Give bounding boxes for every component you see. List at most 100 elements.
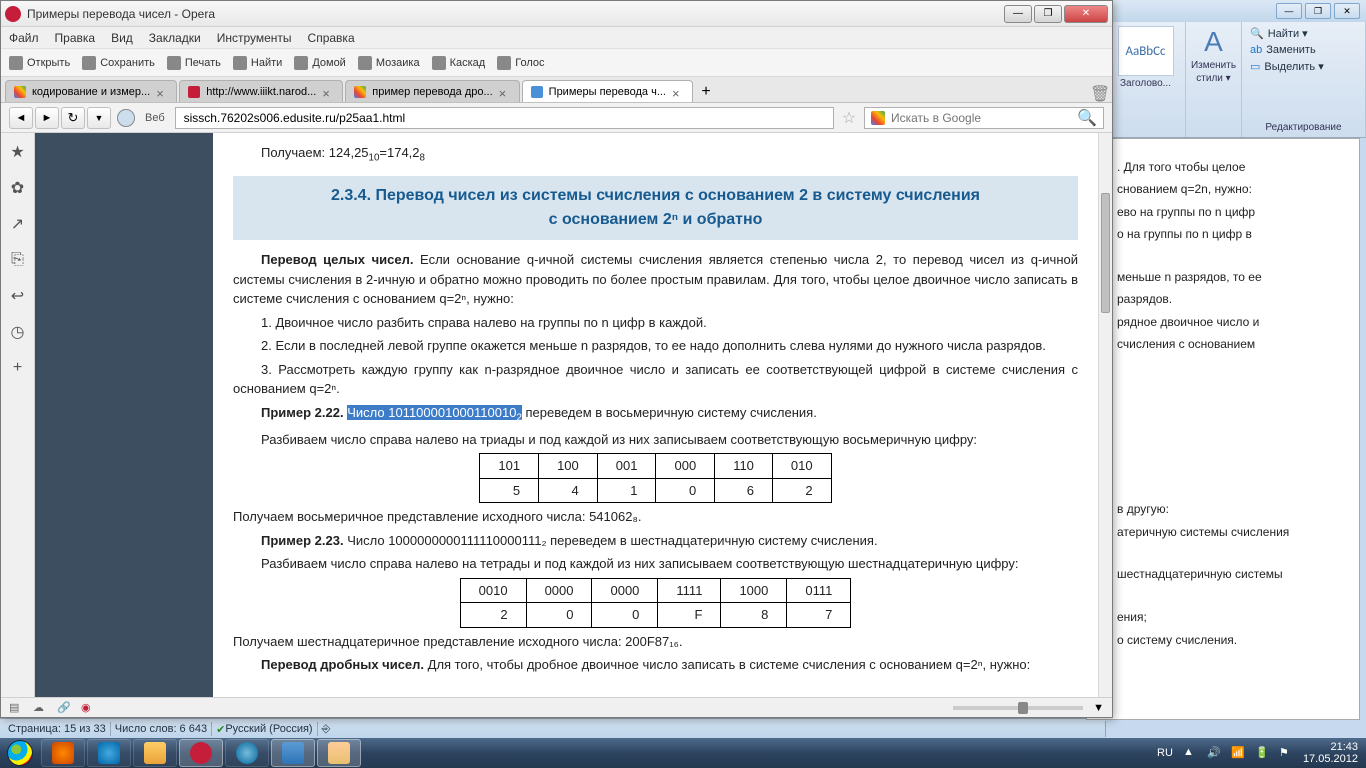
menu-bookmarks[interactable]: Закладки	[149, 31, 201, 45]
sidebar-links-icon[interactable]: ◷	[9, 323, 27, 341]
save-button[interactable]: Сохранить	[82, 56, 155, 70]
stop-button[interactable]: ▼	[87, 107, 111, 129]
taskbar-explorer[interactable]	[133, 739, 177, 767]
mediaplayer-icon	[52, 742, 74, 764]
forward-button[interactable]: ►	[35, 107, 59, 129]
turbo-icon[interactable]: ◉	[81, 701, 95, 715]
sync-icon[interactable]: ☁	[33, 701, 47, 715]
word-count[interactable]: Число слов: 6 643	[115, 723, 207, 735]
page-content[interactable]: Получаем: 124,2510=174,28 2.3.4. Перевод…	[35, 133, 1098, 697]
tetrad-table: 001000000000111110000111 200F87	[460, 578, 852, 628]
cascade-button[interactable]: Каскад	[432, 56, 486, 70]
print-icon	[167, 56, 181, 70]
mosaic-button[interactable]: Мозаика	[358, 56, 420, 70]
closed-tabs-icon[interactable]: 🗑	[1090, 84, 1108, 102]
volume-icon[interactable]: 🔊	[1207, 746, 1221, 760]
network-icon[interactable]: 📶	[1231, 746, 1245, 760]
tab-1[interactable]: кодирование и измер...×	[5, 80, 177, 102]
voice-button[interactable]: Голос	[497, 56, 544, 70]
maximize-button[interactable]: ❐	[1034, 5, 1062, 23]
tray-flag-icon[interactable]: ▲	[1183, 746, 1197, 760]
globe-icon[interactable]	[117, 109, 135, 127]
clock[interactable]: 21:43 17.05.2012	[1303, 741, 1358, 765]
overtype-icon[interactable]: ⎆	[322, 723, 338, 736]
taskbar-opera[interactable]	[179, 739, 223, 767]
opera-titlebar[interactable]: Примеры перевода чисел - Opera ― ❐ ✕	[1, 1, 1112, 27]
close-button[interactable]: ✕	[1064, 5, 1108, 23]
print-button[interactable]: Печать	[167, 56, 221, 70]
word-minimize[interactable]: ―	[1276, 3, 1302, 19]
windows-logo-icon	[7, 740, 33, 766]
start-button[interactable]	[0, 738, 40, 768]
sidebar-history-icon[interactable]: ↩	[9, 287, 27, 305]
word-icon	[282, 742, 304, 764]
menu-help[interactable]: Справка	[308, 31, 355, 45]
tab-4-active[interactable]: Примеры перевода ч...×	[522, 80, 693, 102]
new-tab-button[interactable]: +	[695, 82, 717, 102]
vertical-scrollbar[interactable]	[1098, 133, 1112, 697]
tab-close-icon[interactable]: ×	[156, 86, 168, 98]
doc-line: о на группы по n цифр в	[1117, 224, 1345, 244]
home-icon	[294, 56, 308, 70]
opera-zoom-slider[interactable]	[953, 706, 1083, 710]
replace-button[interactable]: abЗаменить	[1248, 43, 1318, 57]
hp-icon	[236, 742, 258, 764]
menu-file[interactable]: Файл	[9, 31, 39, 45]
find-button[interactable]: Найти	[233, 56, 282, 70]
tab-close-icon[interactable]: ×	[499, 86, 511, 98]
favicon-icon	[188, 86, 200, 98]
taskbar-paint[interactable]	[317, 739, 361, 767]
taskbar-hp[interactable]	[225, 739, 269, 767]
editing-group-label: Редактирование	[1265, 122, 1341, 133]
minimize-button[interactable]: ―	[1004, 5, 1032, 23]
home-button[interactable]: Домой	[294, 56, 346, 70]
reload-button[interactable]: ↻	[61, 107, 85, 129]
opera-toolbar: Открыть Сохранить Печать Найти Домой Моз…	[1, 49, 1112, 77]
taskbar-mediaplayer[interactable]	[41, 739, 85, 767]
select-button[interactable]: ▭Выделить ▾	[1248, 59, 1326, 74]
word-close[interactable]: ✕	[1334, 3, 1360, 19]
taskbar-ie[interactable]	[87, 739, 131, 767]
bookmark-star-icon[interactable]: ☆	[840, 108, 858, 128]
link-icon[interactable]: 🔗	[57, 701, 71, 715]
find-button[interactable]: 🔍Найти ▾	[1248, 26, 1310, 41]
zoom-dropdown-icon[interactable]: ▼	[1093, 702, 1104, 714]
panel-toggle-icon[interactable]: ▤	[9, 701, 23, 715]
doc-line: разрядов.	[1117, 289, 1345, 309]
cascade-icon	[432, 56, 446, 70]
search-icon[interactable]: 🔍	[1077, 108, 1097, 128]
back-button[interactable]: ◄	[9, 107, 33, 129]
menu-edit[interactable]: Правка	[55, 31, 96, 45]
scrollbar-thumb[interactable]	[1101, 193, 1110, 313]
address-input[interactable]	[175, 107, 834, 129]
action-center-icon[interactable]: ⚑	[1279, 746, 1293, 760]
change-styles-icon[interactable]: A	[1204, 26, 1223, 58]
menu-tools[interactable]: Инструменты	[217, 31, 292, 45]
word-document[interactable]: . Для того чтобы целое снованием q=2n, н…	[1086, 138, 1360, 720]
language-indicator[interactable]: Русский (Россия)	[225, 723, 312, 735]
sidebar-add-icon[interactable]: +	[9, 359, 27, 377]
search-input[interactable]	[891, 111, 1071, 125]
page-nav-sidebar[interactable]	[35, 133, 213, 697]
taskbar-word[interactable]	[271, 739, 315, 767]
sidebar-downloads-icon[interactable]: ⎘	[9, 251, 27, 269]
opera-icon	[190, 742, 212, 764]
favicon-icon	[14, 86, 26, 98]
battery-icon[interactable]: 🔋	[1255, 746, 1269, 760]
paragraph: Разбиваем число справа налево на тетрады…	[233, 554, 1078, 574]
word-maximize[interactable]: ❐	[1305, 3, 1331, 19]
paint-icon	[328, 742, 350, 764]
sidebar-star-icon[interactable]: ★	[9, 143, 27, 161]
tab-2[interactable]: http://www.iiikt.narod...×	[179, 80, 343, 102]
sidebar-notes-icon[interactable]: ↗	[9, 215, 27, 233]
open-button[interactable]: Открыть	[9, 56, 70, 70]
text-line: Получаем: 124,2510=174,28	[233, 143, 1078, 166]
tab-close-icon[interactable]: ×	[322, 86, 334, 98]
menu-view[interactable]: Вид	[111, 31, 133, 45]
tab-close-icon[interactable]: ×	[672, 86, 684, 98]
page-indicator[interactable]: Страница: 15 из 33	[8, 723, 106, 735]
style-preview[interactable]: AaBbCc	[1118, 26, 1174, 76]
language-indicator[interactable]: RU	[1157, 747, 1173, 759]
tab-3[interactable]: пример перевода дро...×	[345, 80, 519, 102]
sidebar-widgets-icon[interactable]: ✿	[9, 179, 27, 197]
